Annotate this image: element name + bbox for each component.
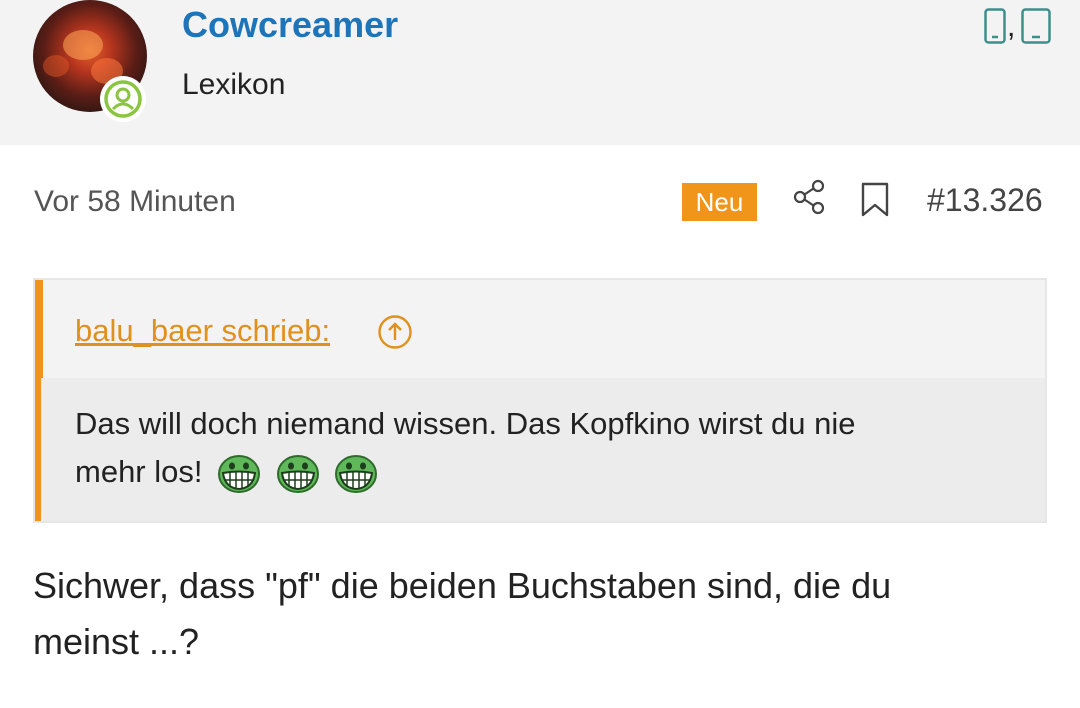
device-separator: , — [1007, 10, 1016, 43]
grinning-emoji — [218, 454, 261, 493]
grinning-emoji — [335, 454, 378, 493]
post-message-line: Sichwer, dass "pf" die beiden Buchstaben… — [33, 565, 892, 606]
avatar-detail — [43, 55, 69, 77]
quote-header: balu_baer schrieb: — [75, 312, 412, 352]
arrow-up-circle-icon[interactable] — [377, 314, 413, 350]
user-rank: Lexikon — [182, 68, 286, 101]
user-online-icon — [100, 76, 146, 122]
post-timestamp[interactable]: Vor 58 Minuten — [34, 184, 236, 220]
quote-text: Das will doch niemand wissen. Das Kopfki… — [75, 400, 1015, 496]
smartphone-icon — [984, 8, 1006, 44]
post-message: Sichwer, dass "pf" die beiden Buchstaben… — [33, 558, 1043, 670]
new-badge: Neu — [682, 183, 757, 221]
device-icons: , — [981, 6, 1053, 44]
post-message-line: meinst ...? — [33, 621, 200, 662]
username-link[interactable]: Cowcreamer — [182, 5, 398, 45]
quote-block: balu_baer schrieb: Das will doch niemand… — [33, 278, 1047, 523]
share-icon[interactable] — [793, 179, 827, 215]
avatar-detail — [63, 30, 103, 60]
post-number-link[interactable]: #13.326 — [927, 182, 1043, 218]
bookmark-icon[interactable] — [860, 182, 890, 218]
post-header: Cowcreamer Lexikon , — [0, 0, 1080, 145]
quote-text-line: Das will doch niemand wissen. Das Kopfki… — [75, 406, 856, 441]
quote-body: Das will doch niemand wissen. Das Kopfki… — [41, 378, 1045, 521]
grinning-emoji — [276, 454, 319, 493]
quote-text-line: mehr los! — [75, 454, 203, 489]
quote-author-link[interactable]: balu_baer schrieb: — [75, 313, 330, 348]
smartphone-icon — [1021, 8, 1051, 44]
